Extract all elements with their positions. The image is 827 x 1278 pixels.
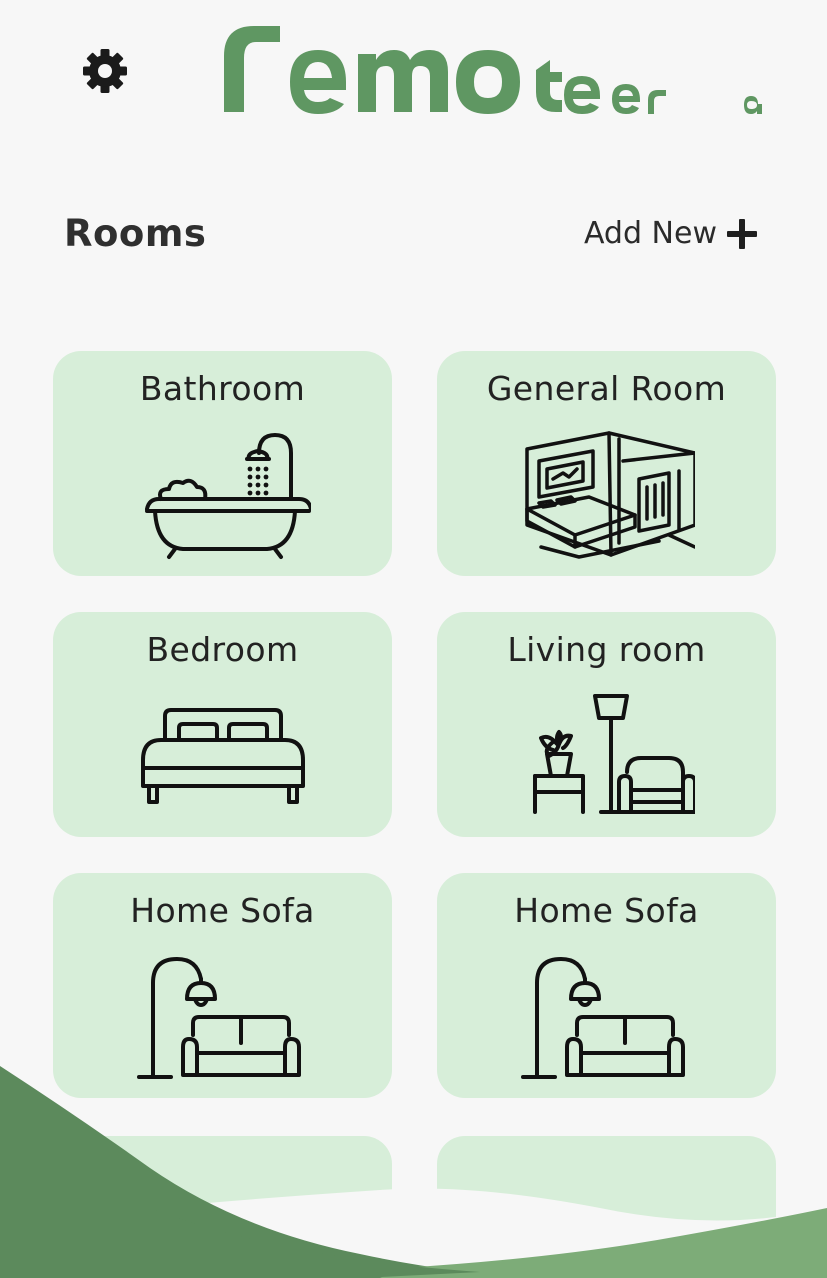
- rooms-title: Rooms: [64, 212, 207, 255]
- general-room-icon: [524, 431, 695, 559]
- room-card-bedroom[interactable]: Bedroom: [53, 612, 392, 837]
- add-new-button[interactable]: Add New: [584, 216, 759, 251]
- room-label: Bedroom: [146, 630, 299, 669]
- gear-icon: [83, 49, 127, 93]
- room-label: Home Sofa: [130, 891, 315, 930]
- room-card-general-room[interactable]: General Room: [437, 351, 776, 576]
- room-label: General Room: [486, 369, 727, 408]
- bathtub-icon: [144, 433, 311, 559]
- room-card-bathroom[interactable]: Bathroom: [53, 351, 392, 576]
- settings-button[interactable]: [78, 46, 132, 96]
- footer-wave: [0, 1066, 827, 1278]
- living-room-icon: [532, 694, 695, 814]
- bed-icon: [140, 708, 305, 804]
- room-grid: Bathroom General Room Bedroom Living roo…: [53, 351, 776, 1098]
- plus-icon: [727, 218, 757, 249]
- room-label: Living room: [507, 630, 706, 669]
- room-label: Home Sofa: [514, 891, 699, 930]
- room-card-living-room[interactable]: Living room: [437, 612, 776, 837]
- add-new-label: Add New: [583, 216, 717, 251]
- logo-wordmark: [224, 26, 762, 114]
- room-label: Bathroom: [139, 369, 306, 408]
- app-logo: remoteera: [222, 20, 767, 120]
